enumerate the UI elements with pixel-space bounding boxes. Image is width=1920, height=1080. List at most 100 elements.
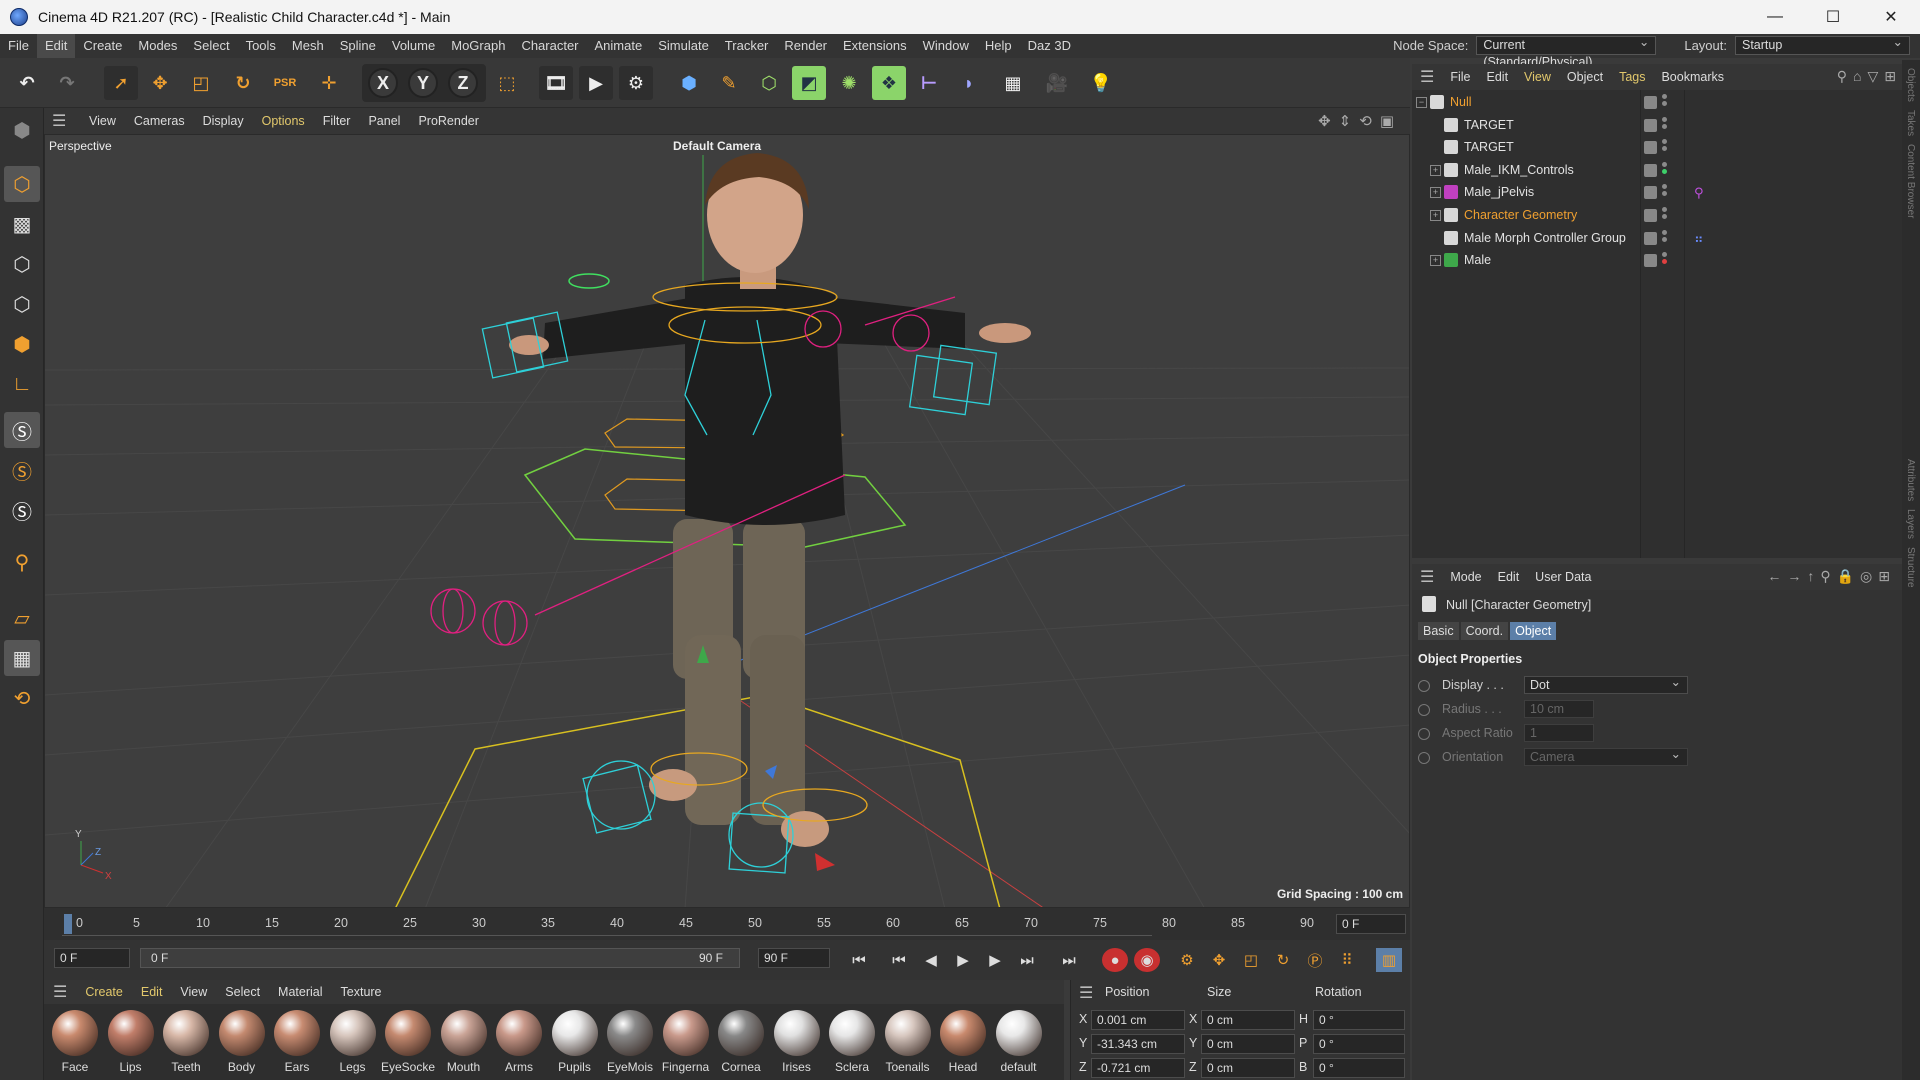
undo-icon[interactable]: ↶: [10, 66, 44, 100]
texture-mode-icon[interactable]: ▩: [4, 206, 40, 242]
visibility-dots-icon[interactable]: [1662, 252, 1668, 266]
menu-mograph[interactable]: MoGraph: [443, 34, 513, 58]
object-name[interactable]: TARGET: [1464, 140, 1514, 154]
menu-extensions[interactable]: Extensions: [835, 34, 915, 58]
mograph-cloner-icon[interactable]: ❖: [872, 66, 906, 100]
menu-volume[interactable]: Volume: [384, 34, 443, 58]
menu-modes[interactable]: Modes: [130, 34, 185, 58]
next-frame-icon[interactable]: ▶: [982, 948, 1008, 972]
record-scale-icon[interactable]: ◰: [1238, 948, 1264, 972]
viewport-camera-label[interactable]: Default Camera: [673, 139, 761, 153]
layer-toggle-icon[interactable]: [1644, 209, 1657, 222]
workplane-icon[interactable]: ▱: [4, 600, 40, 636]
keyframe-selection-icon[interactable]: ⚙: [1174, 948, 1200, 972]
side-tab-takes[interactable]: Takes: [1905, 110, 1916, 136]
attr-navigation-icons[interactable]: ←→↑⚲🔒◎⊞: [1767, 568, 1896, 585]
object-row[interactable]: Male Morph Controller Group ⠶: [1412, 228, 1902, 250]
locked-workplane-icon[interactable]: ▦: [4, 640, 40, 676]
om-toolbar-icons[interactable]: ⚲⌂▽⊞: [1837, 68, 1902, 85]
menu-animate[interactable]: Animate: [587, 34, 651, 58]
expand-toggle-icon[interactable]: +: [1430, 255, 1441, 267]
play-forward-icon[interactable]: ▶: [950, 948, 976, 972]
position-y-field[interactable]: -31.343 cm: [1091, 1034, 1185, 1054]
rotation-h-field[interactable]: 0 °: [1313, 1010, 1405, 1030]
material-thumbnail[interactable]: Head: [936, 1008, 990, 1080]
material-thumbnail[interactable]: Body: [215, 1008, 269, 1080]
menu-file[interactable]: File: [0, 34, 37, 58]
visibility-dots-icon[interactable]: [1662, 94, 1668, 108]
scale-tool-icon[interactable]: ◰: [184, 66, 218, 100]
morph-tag-icon[interactable]: ⠶: [1694, 231, 1704, 247]
go-to-start-icon[interactable]: ⏮: [846, 948, 872, 972]
menu-render[interactable]: Render: [776, 34, 835, 58]
expand-toggle-icon[interactable]: +: [1430, 210, 1441, 221]
menu-mesh[interactable]: Mesh: [284, 34, 332, 58]
record-point-level-icon[interactable]: ⠿: [1334, 948, 1360, 972]
3d-viewport[interactable]: Y X Z Perspective Default Camera Grid Sp…: [44, 134, 1410, 908]
snap-toggle-icon[interactable]: Ⓢ: [4, 412, 40, 448]
material-thumbnail[interactable]: Ears: [270, 1008, 324, 1080]
material-menu-edit[interactable]: Edit: [132, 985, 172, 999]
attr-menu-user-data[interactable]: User Data: [1527, 570, 1599, 584]
menu-character[interactable]: Character: [513, 34, 586, 58]
visibility-dots-icon[interactable]: [1662, 229, 1668, 244]
edges-mode-icon[interactable]: ⬡: [4, 286, 40, 322]
material-menu-material[interactable]: Material: [269, 985, 331, 999]
material-thumbnail[interactable]: Fingerna: [659, 1008, 713, 1080]
material-thumbnail[interactable]: default: [992, 1008, 1046, 1080]
move-gizmo-x-arrow[interactable]: [815, 853, 835, 871]
material-thumbnail[interactable]: Teeth: [159, 1008, 213, 1080]
previous-key-icon[interactable]: ⏮: [886, 948, 912, 972]
menu-create[interactable]: Create: [75, 34, 130, 58]
visibility-dots-icon[interactable]: [1662, 184, 1668, 198]
record-rotation-icon[interactable]: ↻: [1270, 948, 1296, 972]
go-to-end-icon[interactable]: ⏭: [1056, 948, 1082, 972]
expand-toggle-icon[interactable]: +: [1430, 187, 1441, 199]
light-object-icon[interactable]: 💡: [1084, 66, 1118, 100]
object-manager-menu-icon[interactable]: ☰: [1412, 67, 1442, 87]
viewport-menu-prorender[interactable]: ProRender: [409, 114, 487, 128]
axis-mode-icon[interactable]: ∟: [4, 366, 40, 402]
ik-tag-icon[interactable]: ⚲: [1694, 185, 1704, 201]
x-axis-lock-icon[interactable]: X: [368, 68, 398, 98]
minimize-button[interactable]: —: [1746, 0, 1804, 34]
side-tab-objects[interactable]: Objects: [1905, 68, 1916, 102]
coordinates-menu-icon[interactable]: ☰: [1079, 983, 1093, 1003]
menu-window[interactable]: Window: [915, 34, 977, 58]
deformer-icon[interactable]: ⊢: [912, 66, 946, 100]
side-tab-attributes[interactable]: Attributes: [1905, 459, 1916, 501]
layer-toggle-icon[interactable]: [1644, 231, 1657, 245]
om-menu-tags[interactable]: Tags: [1611, 70, 1653, 84]
material-thumbnail[interactable]: Mouth: [437, 1008, 491, 1080]
next-key-icon[interactable]: ⏭: [1014, 948, 1040, 972]
cloner-icon[interactable]: ✺: [832, 66, 866, 100]
viewport-menu-icon[interactable]: ☰: [52, 111, 72, 131]
record-parameter-icon[interactable]: Ⓟ: [1302, 948, 1328, 972]
material-thumbnail[interactable]: EyeSocke: [381, 1008, 435, 1080]
material-menu-texture[interactable]: Texture: [332, 985, 391, 999]
side-tab-layers[interactable]: Layers: [1905, 509, 1916, 539]
object-row[interactable]: + Character Geometry: [1412, 205, 1902, 227]
material-menu-icon[interactable]: ☰: [44, 982, 76, 1002]
rotate-tool-icon[interactable]: ↻: [226, 66, 260, 100]
object-row[interactable]: − Null: [1412, 92, 1902, 114]
om-menu-edit[interactable]: Edit: [1479, 70, 1517, 84]
side-tab-content-browser[interactable]: Content Browser: [1905, 144, 1916, 218]
object-row[interactable]: + Male_jPelvis ⚲: [1412, 182, 1902, 204]
expand-toggle-icon[interactable]: +: [1430, 164, 1441, 176]
material-thumbnail[interactable]: Lips: [104, 1008, 158, 1080]
object-name[interactable]: Null: [1450, 95, 1472, 109]
size-z-field[interactable]: 0 cm: [1201, 1058, 1295, 1078]
record-position-icon[interactable]: ✥: [1206, 948, 1232, 972]
material-thumbnail[interactable]: Legs: [326, 1008, 380, 1080]
points-mode-icon[interactable]: ⬡: [4, 246, 40, 282]
material-thumbnail[interactable]: Face: [48, 1008, 102, 1080]
object-name[interactable]: Character Geometry: [1464, 208, 1577, 222]
snap-settings-icon[interactable]: Ⓢ: [4, 452, 40, 488]
prop-display-dropdown[interactable]: Dot: [1524, 674, 1688, 694]
expand-toggle-icon[interactable]: −: [1416, 97, 1427, 108]
material-thumbnail[interactable]: Irises: [770, 1008, 824, 1080]
preview-range-slider[interactable]: 0 F 90 F: [140, 948, 740, 968]
cube-object-icon[interactable]: ⬢: [672, 66, 706, 100]
snap-workplane-icon[interactable]: Ⓢ: [4, 492, 40, 528]
